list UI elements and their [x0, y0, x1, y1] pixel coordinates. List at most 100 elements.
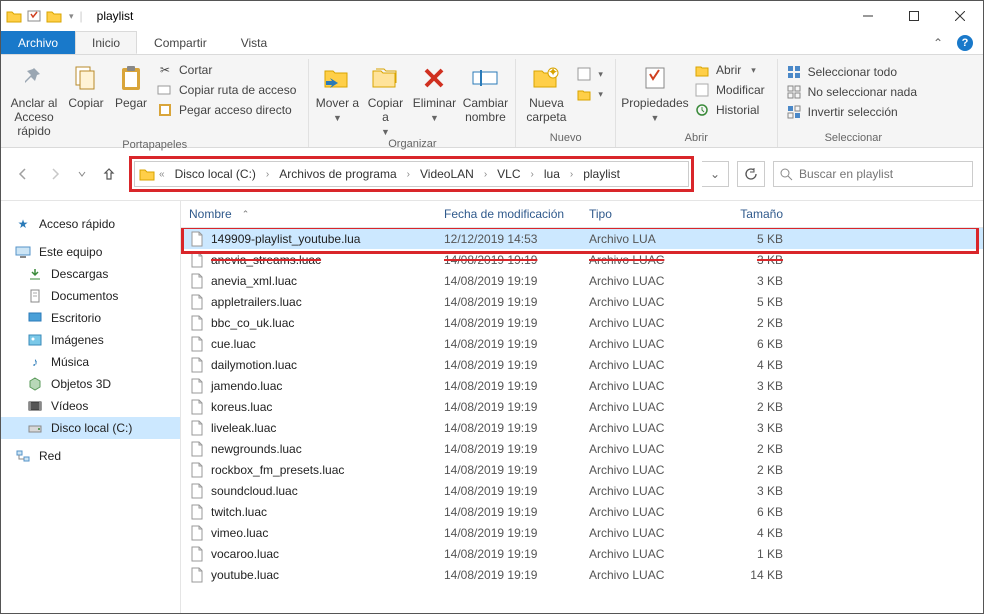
cut-button[interactable]: ✂Cortar — [155, 61, 298, 79]
file-size: 4 KB — [711, 358, 791, 372]
history-button[interactable]: Historial — [692, 101, 767, 119]
table-row[interactable]: anevia_xml.luac14/08/2019 19:19Archivo L… — [181, 270, 983, 291]
file-date: 14/08/2019 19:19 — [436, 505, 581, 519]
open-button[interactable]: Abrir▾ — [692, 61, 767, 79]
minimize-button[interactable] — [845, 1, 891, 31]
table-row[interactable]: bbc_co_uk.luac14/08/2019 19:19Archivo LU… — [181, 312, 983, 333]
forward-button[interactable] — [43, 162, 67, 186]
search-box[interactable] — [773, 161, 973, 187]
up-button[interactable] — [97, 162, 121, 186]
delete-icon — [422, 61, 446, 95]
qat-dropdown-icon[interactable]: ▾ — [65, 11, 78, 22]
breadcrumb[interactable]: Archivos de programa — [273, 162, 402, 186]
refresh-button[interactable] — [737, 161, 765, 187]
search-input[interactable] — [799, 167, 966, 181]
recent-locations-button[interactable] — [75, 162, 89, 186]
collapse-ribbon-icon[interactable]: ⌃ — [933, 36, 943, 50]
column-name[interactable]: Nombre⌃ — [181, 205, 436, 223]
sidebar-item-downloads[interactable]: Descargas — [1, 263, 180, 285]
breadcrumb[interactable]: VLC — [491, 162, 526, 186]
select-all-button[interactable]: Seleccionar todo — [784, 63, 919, 81]
sidebar-item-pictures[interactable]: Imágenes — [1, 329, 180, 351]
qat-properties-icon[interactable] — [25, 8, 43, 24]
copy-icon — [73, 61, 99, 95]
delete-button[interactable]: Eliminar▼ — [409, 59, 459, 123]
breadcrumb[interactable]: Disco local (C:) — [169, 162, 262, 186]
chevron-right-icon[interactable]: › — [568, 169, 575, 180]
column-size[interactable]: Tamaño — [711, 205, 791, 223]
pin-quick-access-button[interactable]: Anclar al Acceso rápido — [5, 59, 63, 138]
maximize-button[interactable] — [891, 1, 937, 31]
table-row[interactable]: newgrounds.luac14/08/2019 19:19Archivo L… — [181, 438, 983, 459]
sidebar-item-local-disk[interactable]: Disco local (C:) — [1, 417, 180, 439]
tab-file[interactable]: Archivo — [1, 31, 75, 54]
help-icon[interactable]: ? — [957, 35, 973, 51]
properties-button[interactable]: Propiedades▼ — [620, 59, 690, 123]
folder-icon — [5, 8, 23, 24]
copy-to-button[interactable]: Copiar a▼ — [361, 59, 409, 137]
easy-access-button[interactable]: ▾ — [574, 85, 605, 103]
file-name: appletrailers.luac — [211, 295, 302, 309]
chevron-right-icon[interactable]: › — [529, 169, 536, 180]
file-name: bbc_co_uk.luac — [211, 316, 294, 330]
table-row[interactable]: liveleak.luac14/08/2019 19:19Archivo LUA… — [181, 417, 983, 438]
paste-shortcut-button[interactable]: Pegar acceso directo — [155, 101, 298, 119]
edit-button[interactable]: Modificar — [692, 81, 767, 99]
tab-view[interactable]: Vista — [224, 31, 284, 54]
invert-selection-icon — [786, 104, 802, 120]
file-icon — [189, 357, 205, 373]
table-row[interactable]: 149909-playlist_youtube.lua12/12/2019 14… — [181, 228, 983, 249]
paste-button[interactable]: Pegar — [109, 59, 153, 111]
copy-button[interactable]: Copiar — [63, 59, 109, 111]
table-row[interactable]: dailymotion.luac14/08/2019 19:19Archivo … — [181, 354, 983, 375]
tab-home[interactable]: Inicio — [75, 31, 137, 54]
invert-selection-button[interactable]: Invertir selección — [784, 103, 919, 121]
table-row[interactable]: anevia_streams.luac14/08/2019 19:19Archi… — [181, 249, 983, 270]
copy-path-button[interactable]: Copiar ruta de acceso — [155, 81, 298, 99]
file-type: Archivo LUAC — [581, 316, 711, 330]
rename-button[interactable]: Cambiar nombre — [459, 59, 511, 125]
sidebar-item-desktop[interactable]: Escritorio — [1, 307, 180, 329]
sidebar-item-this-pc[interactable]: Este equipo — [1, 241, 180, 263]
address-dropdown-icon[interactable]: ⌄ — [702, 161, 729, 187]
table-row[interactable]: appletrailers.luac14/08/2019 19:19Archiv… — [181, 291, 983, 312]
sidebar-item-3d-objects[interactable]: Objetos 3D — [1, 373, 180, 395]
sidebar-item-videos[interactable]: Vídeos — [1, 395, 180, 417]
breadcrumb[interactable]: playlist — [577, 162, 626, 186]
file-date: 14/08/2019 19:19 — [436, 526, 581, 540]
file-name: anevia_streams.luac — [211, 253, 321, 267]
table-row[interactable]: soundcloud.luac14/08/2019 19:19Archivo L… — [181, 480, 983, 501]
back-button[interactable] — [11, 162, 35, 186]
tab-share[interactable]: Compartir — [137, 31, 224, 54]
address-bar[interactable]: « Disco local (C:)› Archivos de programa… — [134, 161, 689, 187]
file-name: anevia_xml.luac — [211, 274, 297, 288]
chevron-right-icon[interactable]: › — [482, 169, 489, 180]
chevron-right-icon[interactable]: › — [405, 169, 412, 180]
sidebar-item-quick-access[interactable]: ★Acceso rápido — [1, 213, 180, 235]
file-icon — [189, 441, 205, 457]
table-row[interactable]: rockbox_fm_presets.luac14/08/2019 19:19A… — [181, 459, 983, 480]
new-folder-button[interactable]: ✦ Nueva carpeta — [520, 59, 572, 125]
sidebar-item-music[interactable]: ♪Música — [1, 351, 180, 373]
file-date: 14/08/2019 19:19 — [436, 379, 581, 393]
table-row[interactable]: twitch.luac14/08/2019 19:19Archivo LUAC6… — [181, 501, 983, 522]
column-type[interactable]: Tipo — [581, 205, 711, 223]
table-row[interactable]: youtube.luac14/08/2019 19:19Archivo LUAC… — [181, 564, 983, 585]
breadcrumb[interactable]: lua — [538, 162, 566, 186]
chevron-right-icon[interactable]: « — [157, 169, 167, 180]
breadcrumb[interactable]: VideoLAN — [414, 162, 480, 186]
new-item-button[interactable]: ▾ — [574, 65, 605, 83]
table-row[interactable]: vocaroo.luac14/08/2019 19:19Archivo LUAC… — [181, 543, 983, 564]
close-button[interactable] — [937, 1, 983, 31]
table-row[interactable]: vimeo.luac14/08/2019 19:19Archivo LUAC4 … — [181, 522, 983, 543]
move-to-button[interactable]: Mover a▼ — [313, 59, 361, 123]
sidebar-item-network[interactable]: Red — [1, 445, 180, 467]
table-row[interactable]: jamendo.luac14/08/2019 19:19Archivo LUAC… — [181, 375, 983, 396]
table-row[interactable]: cue.luac14/08/2019 19:19Archivo LUAC6 KB — [181, 333, 983, 354]
column-date[interactable]: Fecha de modificación — [436, 205, 581, 223]
sidebar-item-documents[interactable]: Documentos — [1, 285, 180, 307]
table-row[interactable]: koreus.luac14/08/2019 19:19Archivo LUAC2… — [181, 396, 983, 417]
pc-icon — [15, 244, 31, 260]
select-none-button[interactable]: No seleccionar nada — [784, 83, 919, 101]
chevron-right-icon[interactable]: › — [264, 169, 271, 180]
